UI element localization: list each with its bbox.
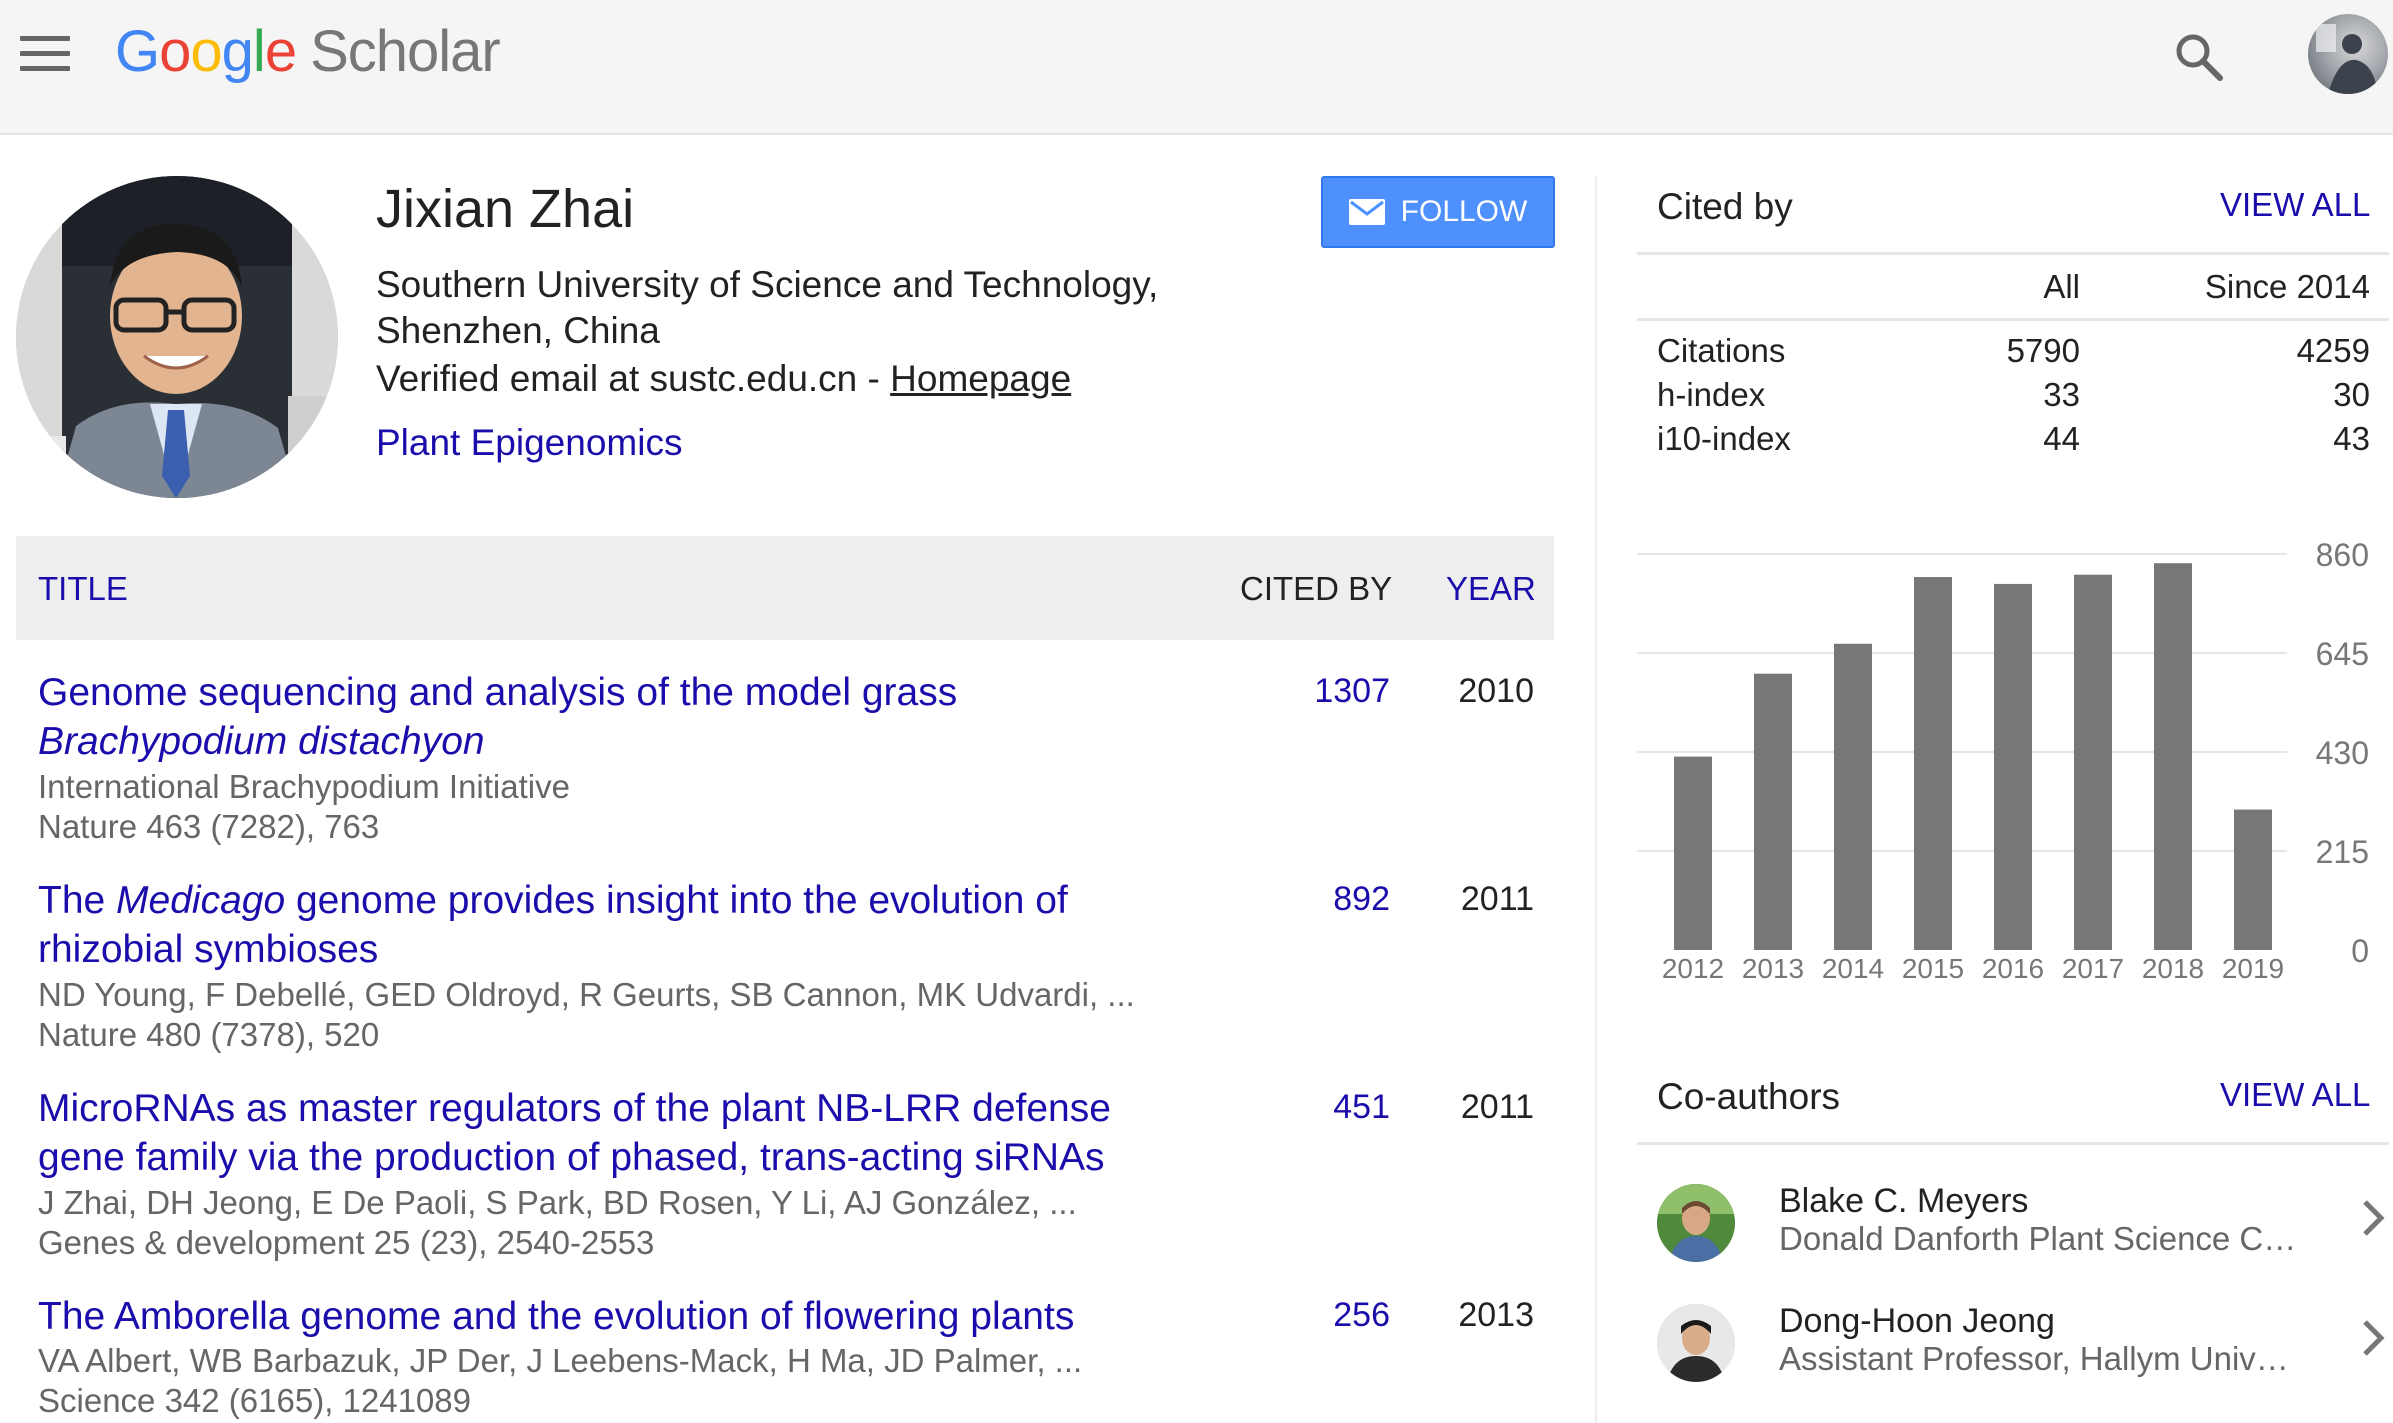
x-tick-label: 2016 xyxy=(1982,953,2044,984)
article-title-link[interactable]: Genome sequencing and analysis of the mo… xyxy=(38,668,1188,766)
homepage-link[interactable]: Homepage xyxy=(890,358,1071,399)
sort-by-year[interactable]: YEAR xyxy=(1446,570,1536,608)
co-author-name: Dong-Hoon Jeong xyxy=(1779,1302,2055,1340)
y-tick-label: 215 xyxy=(2316,834,2369,870)
mail-icon xyxy=(1348,199,1385,225)
stat-all: 44 xyxy=(2043,420,2080,457)
stats-col-all: All xyxy=(2043,268,2080,305)
logo-scholar-text: Scholar xyxy=(310,19,501,84)
x-tick-label: 2014 xyxy=(1822,953,1884,984)
article-venue: Genes & development 25 (23), 2540-2553 xyxy=(38,1224,655,1261)
chart-bar-2013[interactable] xyxy=(1754,673,1792,950)
cited-by-count-link[interactable]: 451 xyxy=(1333,1088,1390,1127)
article-authors: VA Albert, WB Barbazuk, JP Der, J Leeben… xyxy=(38,1342,1083,1379)
co-author-item[interactable]: Blake C. Meyers Donald Danforth Plant Sc… xyxy=(1657,1174,2387,1274)
sort-by-cited[interactable]: CITED BY xyxy=(1240,570,1392,608)
stat-label: h-index xyxy=(1657,376,1766,413)
co-author-name: Blake C. Meyers xyxy=(1779,1182,2029,1220)
chart-bar-2014[interactable] xyxy=(1834,643,1872,950)
x-tick-label: 2019 xyxy=(2222,953,2284,984)
account-avatar[interactable] xyxy=(2308,14,2388,94)
divider xyxy=(1637,252,2389,255)
article-title-link[interactable]: The Medicago genome provides insight int… xyxy=(38,876,1188,974)
stat-since: 4259 xyxy=(2296,332,2370,369)
chart-bar-2015[interactable] xyxy=(1914,577,1952,950)
x-tick-label: 2013 xyxy=(1742,953,1804,984)
profile-affiliation: Southern University of Science and Techn… xyxy=(376,264,1159,351)
verified-email-text: Verified email at sustc.edu.cn - xyxy=(376,358,891,399)
article-venue: Science 342 (6165), 1241089 xyxy=(38,1382,471,1419)
chart-bar-2016[interactable] xyxy=(1994,583,2032,950)
article-title-link[interactable]: MicroRNAs as master regulators of the pl… xyxy=(38,1084,1188,1182)
article-venue: Nature 463 (7282), 763 xyxy=(38,808,380,845)
x-tick-label: 2012 xyxy=(1662,953,1724,984)
article-authors: J Zhai, DH Jeong, E De Paoli, S Park, BD… xyxy=(38,1184,1077,1221)
co-author-affiliation: Assistant Professor, Hallym Univ… xyxy=(1779,1340,2289,1377)
table-row: The Amborella genome and the evolution o… xyxy=(38,1292,1554,1422)
y-tick-label: 0 xyxy=(2351,933,2369,969)
menu-icon[interactable] xyxy=(20,36,72,72)
y-tick-label: 860 xyxy=(2316,537,2369,573)
article-year: 2011 xyxy=(1460,1088,1534,1126)
article-title-link[interactable]: The Amborella genome and the evolution o… xyxy=(38,1292,1188,1341)
top-app-bar: Google Scholar xyxy=(0,0,2393,135)
search-icon[interactable] xyxy=(2172,30,2226,84)
co-author-photo xyxy=(1657,1184,1735,1262)
table-row: The Medicago genome provides insight int… xyxy=(38,876,1554,1066)
stat-since: 43 xyxy=(2333,420,2370,457)
stat-all: 33 xyxy=(2043,376,2080,413)
article-year: 2010 xyxy=(1458,672,1534,710)
citations-per-year-chart: 0 215 430 645 860 2012 2013 2014 2015 2016 2017 201… xyxy=(1637,530,2393,990)
cited-by-count-link[interactable]: 892 xyxy=(1333,880,1390,919)
divider xyxy=(1637,1142,2389,1145)
chevron-right-icon xyxy=(2363,1320,2385,1356)
x-tick-label: 2015 xyxy=(1902,953,1964,984)
profile-name: Jixian Zhai xyxy=(376,179,635,239)
stats-col-since: Since 2014 xyxy=(2204,268,2370,305)
co-authors-view-all[interactable]: VIEW ALL xyxy=(2220,1076,2370,1114)
citations-bar-chart: 0 215 430 645 860 2012 2013 2014 2015 2016 2017 201… xyxy=(1637,537,2369,984)
article-year: 2013 xyxy=(1458,1296,1534,1334)
x-tick-label: 2017 xyxy=(2062,953,2124,984)
article-year: 2011 xyxy=(1460,880,1534,918)
column-divider xyxy=(1595,176,1597,1423)
cited-by-count-link[interactable]: 1307 xyxy=(1314,672,1390,711)
stat-label: Citations xyxy=(1657,332,1786,369)
co-author-affiliation: Donald Danforth Plant Science C… xyxy=(1779,1220,2297,1257)
y-tick-label: 430 xyxy=(2316,735,2369,771)
google-scholar-logo[interactable]: Google Scholar xyxy=(115,18,501,85)
interest-link-plant-epigenomics[interactable]: Plant Epigenomics xyxy=(376,422,682,464)
article-authors: ND Young, F Debellé, GED Oldroyd, R Geur… xyxy=(38,976,1135,1013)
follow-label: FOLLOW xyxy=(1400,195,1528,228)
stat-label: i10-index xyxy=(1657,420,1791,457)
stat-since: 30 xyxy=(2333,376,2370,413)
x-tick-label: 2018 xyxy=(2142,953,2204,984)
divider xyxy=(1637,318,2389,321)
co-authors-title: Co-authors xyxy=(1657,1076,1841,1117)
chart-bar-2017[interactable] xyxy=(2074,574,2112,950)
co-author-photo xyxy=(1657,1304,1735,1382)
cited-by-title: Cited by xyxy=(1657,186,1793,227)
chart-bar-2012[interactable] xyxy=(1674,756,1712,950)
co-author-item[interactable]: Dong-Hoon Jeong Assistant Professor, Hal… xyxy=(1657,1294,2387,1394)
follow-button[interactable]: FOLLOW xyxy=(1321,176,1555,248)
chevron-right-icon xyxy=(2363,1200,2385,1236)
cited-by-view-all[interactable]: VIEW ALL xyxy=(2220,186,2370,224)
article-authors: International Brachypodium Initiative xyxy=(38,768,570,805)
chart-bar-2018[interactable] xyxy=(2154,563,2192,950)
table-row: MicroRNAs as master regulators of the pl… xyxy=(38,1084,1554,1274)
articles-table-header: TITLE CITED BY YEAR xyxy=(16,536,1554,640)
article-venue: Nature 480 (7378), 520 xyxy=(38,1016,380,1053)
stat-all: 5790 xyxy=(2006,332,2080,369)
profile-photo xyxy=(16,176,338,498)
cited-by-count-link[interactable]: 256 xyxy=(1333,1296,1390,1335)
profile-email: Verified email at sustc.edu.cn - Homepag… xyxy=(376,358,1071,400)
table-row: Genome sequencing and analysis of the mo… xyxy=(38,668,1554,858)
chart-bar-2019[interactable] xyxy=(2234,809,2272,950)
sort-by-title[interactable]: TITLE xyxy=(38,570,128,608)
y-tick-label: 645 xyxy=(2316,636,2369,672)
